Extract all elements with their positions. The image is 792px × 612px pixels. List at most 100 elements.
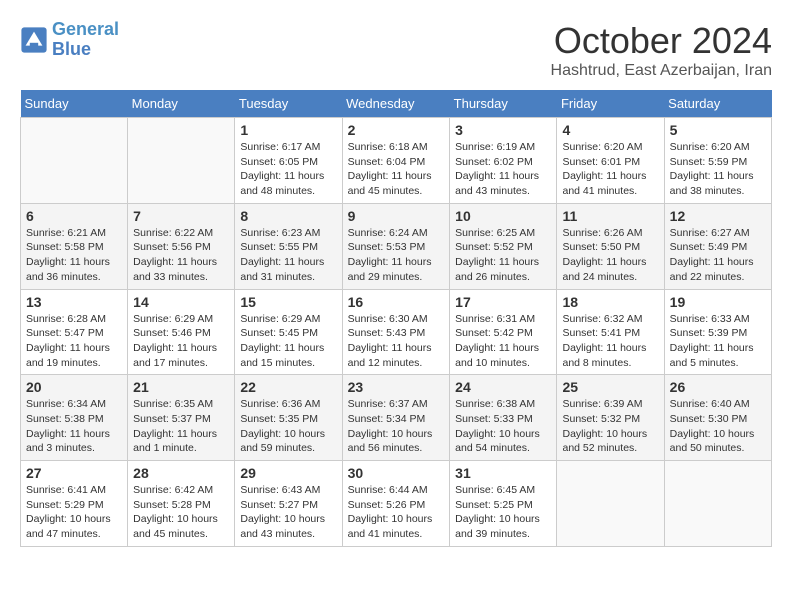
day-info: Sunrise: 6:43 AMSunset: 5:27 PMDaylight:… — [240, 483, 336, 542]
day-number: 19 — [670, 294, 766, 310]
calendar-table: SundayMondayTuesdayWednesdayThursdayFrid… — [20, 90, 772, 547]
day-info: Sunrise: 6:31 AMSunset: 5:42 PMDaylight:… — [455, 312, 551, 371]
logo: General Blue — [20, 20, 119, 60]
day-number: 30 — [348, 465, 445, 481]
day-info: Sunrise: 6:18 AMSunset: 6:04 PMDaylight:… — [348, 140, 445, 199]
day-info: Sunrise: 6:20 AMSunset: 6:01 PMDaylight:… — [562, 140, 658, 199]
day-info: Sunrise: 6:24 AMSunset: 5:53 PMDaylight:… — [348, 226, 445, 285]
day-info: Sunrise: 6:21 AMSunset: 5:58 PMDaylight:… — [26, 226, 122, 285]
day-number: 12 — [670, 208, 766, 224]
page-header: General Blue October 2024 Hashtrud, East… — [20, 20, 772, 80]
calendar-cell: 26 Sunrise: 6:40 AMSunset: 5:30 PMDayligh… — [664, 375, 771, 461]
calendar-cell: 27 Sunrise: 6:41 AMSunset: 5:29 PMDayligh… — [21, 461, 128, 547]
calendar-cell: 25 Sunrise: 6:39 AMSunset: 5:32 PMDayligh… — [557, 375, 664, 461]
day-info: Sunrise: 6:20 AMSunset: 5:59 PMDaylight:… — [670, 140, 766, 199]
day-info: Sunrise: 6:27 AMSunset: 5:49 PMDaylight:… — [670, 226, 766, 285]
day-info: Sunrise: 6:23 AMSunset: 5:55 PMDaylight:… — [240, 226, 336, 285]
day-info: Sunrise: 6:29 AMSunset: 5:46 PMDaylight:… — [133, 312, 229, 371]
day-info: Sunrise: 6:41 AMSunset: 5:29 PMDaylight:… — [26, 483, 122, 542]
calendar-cell — [557, 461, 664, 547]
day-info: Sunrise: 6:25 AMSunset: 5:52 PMDaylight:… — [455, 226, 551, 285]
calendar-cell: 13Sunrise: 6:28 AMSunset: 5:47 PMDayligh… — [21, 289, 128, 375]
calendar-cell: 18 Sunrise: 6:32 AMSunset: 5:41 PMDayligh… — [557, 289, 664, 375]
calendar-cell: 19Sunrise: 6:33 AMSunset: 5:39 PMDayligh… — [664, 289, 771, 375]
day-number: 25 — [562, 379, 658, 395]
day-number: 2 — [348, 122, 445, 138]
day-info: Sunrise: 6:36 AMSunset: 5:35 PMDaylight:… — [240, 397, 336, 456]
weekday-header-friday: Friday — [557, 90, 664, 118]
calendar-cell: 11Sunrise: 6:26 AMSunset: 5:50 PMDayligh… — [557, 203, 664, 289]
day-number: 26 — [670, 379, 766, 395]
weekday-header-sunday: Sunday — [21, 90, 128, 118]
calendar-cell: 8 Sunrise: 6:23 AMSunset: 5:55 PMDaylight… — [235, 203, 342, 289]
weekday-header-tuesday: Tuesday — [235, 90, 342, 118]
day-number: 28 — [133, 465, 229, 481]
day-number: 18 — [562, 294, 658, 310]
day-info: Sunrise: 6:29 AMSunset: 5:45 PMDaylight:… — [240, 312, 336, 371]
day-info: Sunrise: 6:37 AMSunset: 5:34 PMDaylight:… — [348, 397, 445, 456]
calendar-cell: 3Sunrise: 6:19 AMSunset: 6:02 PMDaylight… — [450, 118, 557, 204]
day-info: Sunrise: 6:22 AMSunset: 5:56 PMDaylight:… — [133, 226, 229, 285]
calendar-cell: 2 Sunrise: 6:18 AMSunset: 6:04 PMDaylight… — [342, 118, 450, 204]
day-info: Sunrise: 6:40 AMSunset: 5:30 PMDaylight:… — [670, 397, 766, 456]
calendar-cell: 28 Sunrise: 6:42 AMSunset: 5:28 PMDayligh… — [128, 461, 235, 547]
day-number: 22 — [240, 379, 336, 395]
calendar-cell: 4Sunrise: 6:20 AMSunset: 6:01 PMDaylight… — [557, 118, 664, 204]
weekday-header-row: SundayMondayTuesdayWednesdayThursdayFrid… — [21, 90, 772, 118]
calendar-cell: 30Sunrise: 6:44 AMSunset: 5:26 PMDayligh… — [342, 461, 450, 547]
day-info: Sunrise: 6:39 AMSunset: 5:32 PMDaylight:… — [562, 397, 658, 456]
title-block: October 2024 Hashtrud, East Azerbaijan, … — [551, 20, 772, 80]
calendar-cell: 21Sunrise: 6:35 AMSunset: 5:37 PMDayligh… — [128, 375, 235, 461]
weekday-header-monday: Monday — [128, 90, 235, 118]
calendar-week-row: 27 Sunrise: 6:41 AMSunset: 5:29 PMDayligh… — [21, 461, 772, 547]
day-number: 27 — [26, 465, 122, 481]
calendar-cell: 5 Sunrise: 6:20 AMSunset: 5:59 PMDaylight… — [664, 118, 771, 204]
day-number: 20 — [26, 379, 122, 395]
calendar-cell: 1 Sunrise: 6:17 AMSunset: 6:05 PMDaylight… — [235, 118, 342, 204]
calendar-cell — [128, 118, 235, 204]
day-info: Sunrise: 6:45 AMSunset: 5:25 PMDaylight:… — [455, 483, 551, 542]
day-info: Sunrise: 6:42 AMSunset: 5:28 PMDaylight:… — [133, 483, 229, 542]
weekday-header-wednesday: Wednesday — [342, 90, 450, 118]
day-number: 1 — [240, 122, 336, 138]
day-number: 5 — [670, 122, 766, 138]
day-number: 17 — [455, 294, 551, 310]
day-number: 8 — [240, 208, 336, 224]
calendar-cell: 9Sunrise: 6:24 AMSunset: 5:53 PMDaylight… — [342, 203, 450, 289]
day-number: 15 — [240, 294, 336, 310]
calendar-cell: 10 Sunrise: 6:25 AMSunset: 5:52 PMDayligh… — [450, 203, 557, 289]
weekday-header-saturday: Saturday — [664, 90, 771, 118]
day-number: 11 — [562, 208, 658, 224]
calendar-cell: 17 Sunrise: 6:31 AMSunset: 5:42 PMDayligh… — [450, 289, 557, 375]
day-info: Sunrise: 6:35 AMSunset: 5:37 PMDaylight:… — [133, 397, 229, 456]
calendar-week-row: 13Sunrise: 6:28 AMSunset: 5:47 PMDayligh… — [21, 289, 772, 375]
calendar-cell: 15 Sunrise: 6:29 AMSunset: 5:45 PMDayligh… — [235, 289, 342, 375]
calendar-cell — [664, 461, 771, 547]
logo-text: General Blue — [52, 20, 119, 60]
day-number: 14 — [133, 294, 229, 310]
calendar-cell: 24Sunrise: 6:38 AMSunset: 5:33 PMDayligh… — [450, 375, 557, 461]
day-number: 31 — [455, 465, 551, 481]
calendar-cell: 16 Sunrise: 6:30 AMSunset: 5:43 PMDayligh… — [342, 289, 450, 375]
day-number: 16 — [348, 294, 445, 310]
weekday-header-thursday: Thursday — [450, 90, 557, 118]
day-number: 7 — [133, 208, 229, 224]
month-title: October 2024 — [551, 20, 772, 62]
day-info: Sunrise: 6:34 AMSunset: 5:38 PMDaylight:… — [26, 397, 122, 456]
calendar-cell: 23Sunrise: 6:37 AMSunset: 5:34 PMDayligh… — [342, 375, 450, 461]
calendar-week-row: 6 Sunrise: 6:21 AMSunset: 5:58 PMDaylight… — [21, 203, 772, 289]
calendar-cell — [21, 118, 128, 204]
day-number: 10 — [455, 208, 551, 224]
day-number: 29 — [240, 465, 336, 481]
calendar-cell: 12 Sunrise: 6:27 AMSunset: 5:49 PMDayligh… — [664, 203, 771, 289]
calendar-week-row: 1 Sunrise: 6:17 AMSunset: 6:05 PMDaylight… — [21, 118, 772, 204]
logo-icon — [20, 26, 48, 54]
day-number: 6 — [26, 208, 122, 224]
day-info: Sunrise: 6:17 AMSunset: 6:05 PMDaylight:… — [240, 140, 336, 199]
day-info: Sunrise: 6:30 AMSunset: 5:43 PMDaylight:… — [348, 312, 445, 371]
day-info: Sunrise: 6:28 AMSunset: 5:47 PMDaylight:… — [26, 312, 122, 371]
calendar-cell: 22 Sunrise: 6:36 AMSunset: 5:35 PMDayligh… — [235, 375, 342, 461]
calendar-week-row: 20 Sunrise: 6:34 AMSunset: 5:38 PMDayligh… — [21, 375, 772, 461]
day-info: Sunrise: 6:32 AMSunset: 5:41 PMDaylight:… — [562, 312, 658, 371]
day-info: Sunrise: 6:19 AMSunset: 6:02 PMDaylight:… — [455, 140, 551, 199]
